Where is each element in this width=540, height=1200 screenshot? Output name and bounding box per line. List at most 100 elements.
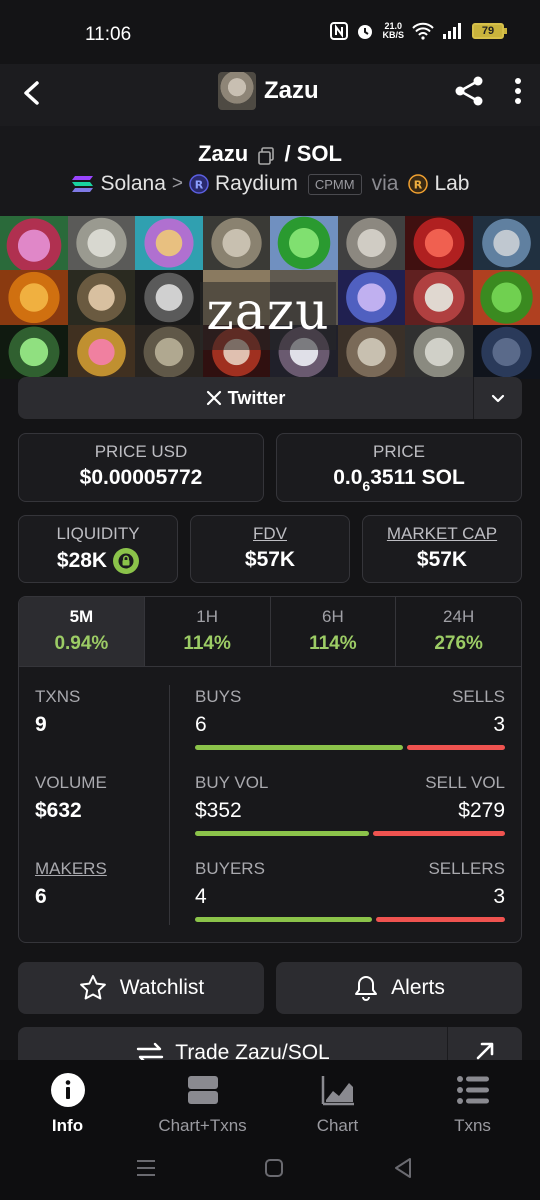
- status-time: 11:06: [85, 24, 132, 45]
- market-cap-label[interactable]: MARKET CAP: [363, 524, 521, 544]
- price-usd-value: $0.00005772: [79, 466, 203, 489]
- socials-row: Twitter: [18, 377, 522, 419]
- chart-icon: [320, 1072, 356, 1108]
- twitter-button[interactable]: Twitter: [18, 377, 474, 419]
- banner-tile: [337, 270, 405, 325]
- pair-base: Zazu: [198, 141, 249, 167]
- sell-bar: [375, 917, 505, 922]
- recents-icon[interactable]: [135, 1158, 157, 1178]
- txns-stat: TXNS 9: [35, 687, 175, 737]
- sell-vol-label: SELL VOL: [425, 773, 505, 792]
- banner-tile: [135, 216, 203, 271]
- share-button[interactable]: [452, 74, 486, 108]
- via-label: via: [371, 172, 399, 195]
- chain-info: Solana > R Raydium CPMM via R Lab: [0, 172, 540, 196]
- volume-ratio-bar: [195, 831, 505, 836]
- wifi-icon: [412, 22, 434, 40]
- socials-expand-button[interactable]: [474, 377, 522, 419]
- tab-change: 276%: [434, 633, 483, 654]
- makers-value: 6: [35, 885, 47, 908]
- more-options-button[interactable]: [506, 74, 530, 108]
- back-button[interactable]: [16, 76, 50, 110]
- more-vertical-icon: [515, 78, 521, 104]
- volume-label: VOLUME: [35, 773, 107, 792]
- price-usd-label: PRICE USD: [94, 442, 188, 461]
- alarm-icon: [358, 25, 373, 39]
- tab-6h[interactable]: 6H 114%: [271, 597, 397, 666]
- swap-icon: [137, 1042, 164, 1061]
- trade-row: Trade Zazu/SOL: [18, 1027, 522, 1061]
- trade-label: Trade Zazu/SOL: [175, 1041, 330, 1061]
- pair-title: Zazu / SOL: [0, 140, 540, 167]
- back-nav-icon[interactable]: [393, 1157, 413, 1179]
- sell-vol-value: $279: [458, 799, 505, 822]
- volume-value: $632: [35, 799, 82, 822]
- banner-tile: [0, 324, 68, 379]
- banner-tile: [472, 216, 540, 271]
- pair-info: Zazu / SOL Solana > R Raydium CPMM via R…: [0, 126, 540, 216]
- sells-value: 3: [493, 713, 505, 736]
- nfc-icon: [330, 22, 349, 40]
- nav-info[interactable]: Info: [0, 1060, 135, 1140]
- external-link-icon: [476, 1042, 494, 1060]
- market-cap-value: $57K: [416, 548, 468, 571]
- buys-sells-stat: BUYS SELLS 6 3: [195, 687, 505, 750]
- tab-change: 0.94%: [54, 633, 109, 654]
- makers-label[interactable]: MAKERS: [35, 859, 175, 879]
- svg-text:R: R: [195, 179, 204, 192]
- battery-icon: 79: [472, 23, 507, 39]
- nav-label: Txns: [454, 1116, 491, 1135]
- txns-ratio-bar: [195, 745, 505, 750]
- system-nav-bar: [0, 1140, 540, 1200]
- app-header: Zazu: [0, 64, 540, 126]
- token-avatar: [218, 72, 256, 110]
- tab-24h[interactable]: 24H 276%: [396, 597, 521, 666]
- home-icon[interactable]: [264, 1158, 284, 1178]
- buy-vol-label: BUY VOL: [195, 773, 269, 792]
- market-cap-box: MARKET CAP $57K: [362, 515, 522, 583]
- nav-chart-txns[interactable]: Chart+Txns: [135, 1060, 270, 1140]
- banner-tile: [0, 270, 68, 325]
- volume-stat: VOLUME $632: [35, 773, 175, 823]
- trade-external-button[interactable]: [448, 1027, 522, 1061]
- lock-icon[interactable]: [113, 548, 140, 574]
- price-usd-box: PRICE USD $0.00005772: [18, 433, 264, 502]
- banner-tile: [337, 216, 405, 271]
- dex-name[interactable]: Raydium: [215, 172, 298, 196]
- price-native-value: 0.0 6 3511 SOL: [277, 466, 521, 494]
- copy-address-icon[interactable]: [258, 145, 275, 165]
- buys-value: 6: [195, 713, 207, 736]
- tab-1h[interactable]: 1H 114%: [145, 597, 271, 666]
- trade-button[interactable]: Trade Zazu/SOL: [18, 1027, 448, 1061]
- token-banner: zazu: [0, 216, 540, 379]
- sell-bar: [372, 831, 505, 836]
- nav-txns[interactable]: Txns: [405, 1060, 540, 1140]
- bottom-nav: Info Chart+Txns Chart Txns: [0, 1060, 540, 1140]
- price-native-label: PRICE: [373, 442, 425, 461]
- watchlist-button[interactable]: Watchlist: [18, 962, 264, 1014]
- bell-icon: [355, 976, 378, 1001]
- banner-tile: [472, 324, 540, 379]
- banner-tile: [405, 216, 473, 271]
- star-icon: [79, 975, 106, 1000]
- price-native-prefix: 0.0: [333, 466, 363, 489]
- share-icon: [455, 76, 483, 106]
- nav-chart[interactable]: Chart: [270, 1060, 405, 1140]
- makers-ratio-bar: [195, 917, 505, 922]
- sells-label: SELLS: [452, 687, 505, 706]
- pair-separator: /: [284, 141, 291, 167]
- liquidity-value: $28K: [56, 549, 108, 572]
- buyers-label: BUYERS: [195, 859, 265, 878]
- tab-5m[interactable]: 5M 0.94%: [19, 597, 145, 666]
- makers-stat: MAKERS 6: [35, 859, 175, 909]
- launchpad-name[interactable]: Lab: [434, 172, 469, 196]
- split-view-icon: [185, 1072, 221, 1108]
- nav-label: Info: [51, 1116, 84, 1135]
- network-name[interactable]: Solana: [101, 172, 166, 196]
- launchpad-icon: R: [408, 174, 429, 194]
- back-arrow-icon: [24, 81, 39, 105]
- net-speed-unit: KB/S: [382, 30, 404, 40]
- alerts-button[interactable]: Alerts: [276, 962, 522, 1014]
- sellers-value: 3: [493, 885, 505, 908]
- fdv-label[interactable]: FDV: [191, 524, 349, 544]
